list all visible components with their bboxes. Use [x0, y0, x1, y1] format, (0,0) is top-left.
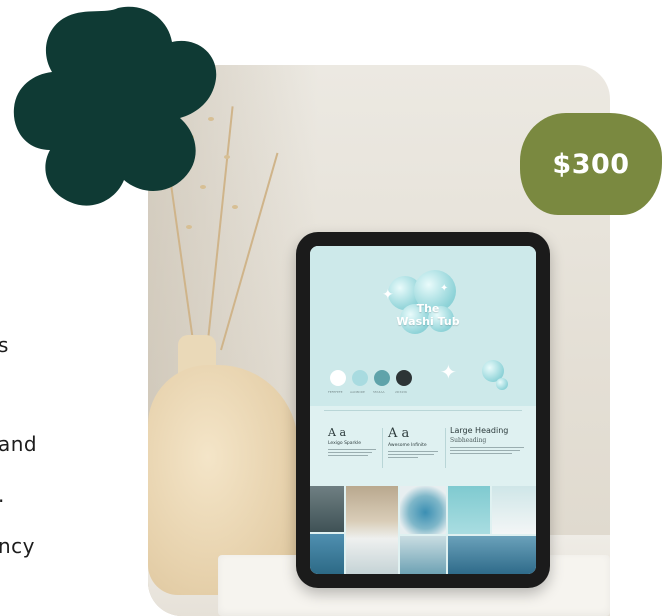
- moodboard-photo: [310, 534, 344, 574]
- moodboard-photo: [448, 486, 490, 534]
- moodboard-photo: [400, 536, 446, 574]
- heading-sample: Large Heading: [450, 426, 509, 435]
- brand-logo-line1: The: [416, 302, 440, 315]
- sparkle-icon: ✦: [382, 287, 394, 303]
- swatch-white: [330, 370, 346, 386]
- text-fragment: ncy: [0, 534, 36, 558]
- price-label: $300: [552, 148, 630, 180]
- type-sample-name: Lexigo Sparkle: [328, 441, 362, 446]
- text-fragment: and: [0, 432, 38, 456]
- price-badge: $300: [520, 113, 662, 215]
- swatch-label: FEFEFEFE: [328, 390, 343, 394]
- moodboard-photo: [400, 486, 446, 534]
- moodboard-photo: [346, 486, 398, 574]
- swatch-label: 5FA3AA: [373, 390, 385, 394]
- tablet-screen: ✦ ✦ The Washi Tub FEFEFEFE AAD8DDE 5FA3A…: [310, 246, 536, 574]
- swatch-label: AAD8DDE: [350, 390, 365, 394]
- swatch-charcoal: [396, 370, 412, 386]
- typography-sample: Large Heading Subheading: [450, 426, 530, 456]
- swatch-teal: [374, 370, 390, 386]
- divider: [324, 410, 522, 411]
- typography-sample: A a Awesome Infinite: [388, 426, 442, 460]
- brand-logo: The Washi Tub: [378, 302, 478, 328]
- type-sample-glyphs: A a: [388, 426, 410, 441]
- swatch-label: 2D3436: [395, 390, 407, 394]
- leaf: [224, 155, 230, 159]
- body-text-lines: [450, 447, 530, 454]
- subheading-sample: Subheading: [450, 437, 487, 444]
- column-rule: [382, 428, 383, 468]
- photo-moodboard: [310, 486, 536, 574]
- body-text-lines: [388, 451, 442, 458]
- column-rule: [445, 428, 446, 468]
- text-fragment: .: [0, 483, 5, 507]
- type-sample-name: Awesome Infinite: [388, 443, 427, 448]
- sparkle-icon: ✦: [440, 360, 457, 384]
- flower-shape-icon: [13, 6, 217, 206]
- swatch-light-teal: [352, 370, 368, 386]
- type-sample-glyphs: A a: [328, 426, 346, 439]
- typography-sample: A a Lexigo Sparkle: [328, 426, 380, 458]
- sparkle-icon: ✦: [440, 283, 449, 294]
- leaf: [186, 225, 192, 229]
- tablet-device: ✦ ✦ The Washi Tub FEFEFEFE AAD8DDE 5FA3A…: [296, 232, 550, 588]
- moodboard-photo: [448, 536, 536, 574]
- bubble-graphic: [496, 378, 508, 390]
- moodboard-photo: [492, 486, 536, 534]
- moodboard-photo: [310, 486, 344, 532]
- leaf: [232, 205, 238, 209]
- brand-logo-line2: Washi Tub: [396, 315, 460, 328]
- body-text-lines: [328, 449, 380, 456]
- text-fragment: s: [0, 333, 9, 357]
